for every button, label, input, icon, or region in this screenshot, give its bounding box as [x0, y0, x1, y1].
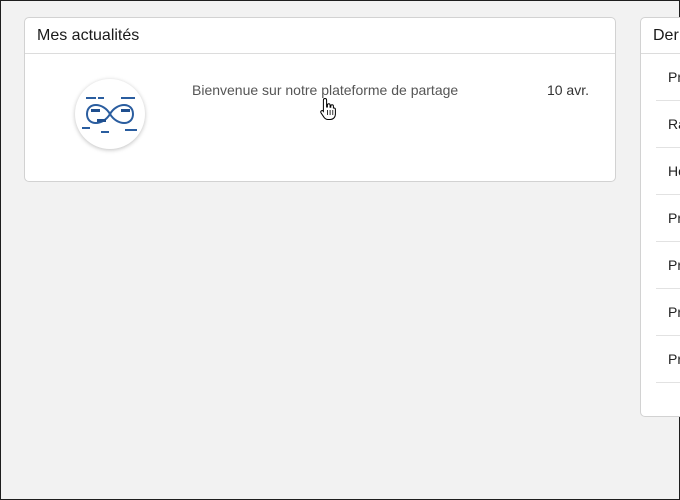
news-item-date: 10 avr.: [546, 82, 589, 98]
recent-card-title: Der: [641, 18, 680, 54]
recent-list: Pr Ra Ho Pr Pr Pr Pr: [641, 54, 680, 383]
recent-card: Der Pr Ra Ho Pr Pr Pr Pr: [640, 17, 680, 417]
list-item[interactable]: Pr: [656, 54, 680, 101]
infinity-diagram-icon: [82, 97, 137, 133]
news-thumbnail[interactable]: [75, 79, 145, 149]
news-card-title: Mes actualités: [25, 18, 615, 54]
list-item[interactable]: Pr: [656, 242, 680, 289]
news-item-title[interactable]: Bienvenue sur notre plateforme de partag…: [192, 82, 458, 98]
list-item[interactable]: Pr: [656, 195, 680, 242]
list-item[interactable]: Pr: [656, 336, 680, 383]
hand-cursor-icon: [320, 97, 336, 120]
list-item[interactable]: Ra: [656, 101, 680, 148]
list-item[interactable]: Ho: [656, 148, 680, 195]
list-item[interactable]: Pr: [656, 289, 680, 336]
